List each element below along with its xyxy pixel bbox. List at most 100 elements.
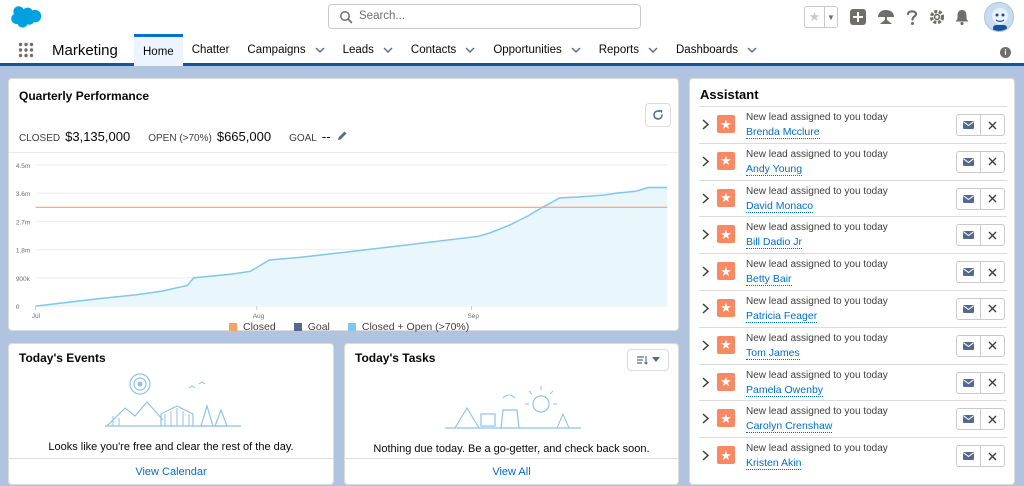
lead-icon: ★ — [717, 262, 735, 280]
performance-stats: CLOSED $3,135,000 OPEN (>70%) $665,000 G… — [19, 129, 348, 144]
lead-name-link[interactable]: Tom James — [746, 347, 800, 360]
assistant-item: ★New lead assigned to you todayTom James — [699, 327, 1007, 364]
email-button[interactable] — [957, 225, 980, 245]
email-button[interactable] — [957, 189, 980, 209]
email-button[interactable] — [957, 446, 980, 466]
bell-icon[interactable] — [952, 7, 972, 27]
tab-opportunities[interactable]: Opportunities — [484, 34, 589, 66]
lead-name-link[interactable]: Andy Young — [746, 163, 802, 176]
cloud-logo[interactable] — [10, 5, 46, 29]
legend-goal[interactable]: Goal — [294, 321, 330, 333]
task-filter-menu[interactable] — [627, 349, 669, 371]
lead-icon: ★ — [717, 299, 735, 317]
search-icon — [339, 10, 353, 24]
search-input[interactable]: Search... — [359, 10, 405, 22]
lead-name-link[interactable]: Pamela Owenby — [746, 384, 823, 397]
dismiss-button[interactable] — [980, 336, 1004, 356]
x-tick-label: Aug — [253, 313, 265, 320]
email-icon — [963, 158, 974, 166]
tab-reports[interactable]: Reports — [590, 34, 667, 66]
assistant-item-text: New lead assigned to you today — [746, 406, 888, 417]
avatar[interactable] — [984, 2, 1014, 32]
add-icon[interactable] — [848, 7, 868, 27]
chevron-down-icon[interactable] — [383, 45, 393, 55]
dismiss-button[interactable] — [980, 262, 1004, 282]
tab-dashboards[interactable]: Dashboards — [667, 34, 766, 66]
dismiss-button[interactable] — [980, 446, 1004, 466]
search-box[interactable]: Search... — [328, 4, 641, 29]
view-calendar-link[interactable]: View Calendar — [9, 458, 333, 484]
info-icon[interactable]: i — [1000, 47, 1011, 58]
close-icon — [988, 157, 997, 166]
chevron-down-icon[interactable] — [648, 45, 658, 55]
dismiss-button[interactable] — [980, 152, 1004, 172]
legend-closed[interactable]: Closed — [229, 321, 276, 333]
tab-chatter[interactable]: Chatter — [183, 34, 239, 66]
assistant-item-text: New lead assigned to you today — [746, 149, 888, 160]
tab-leads[interactable]: Leads — [334, 34, 402, 66]
email-icon — [963, 305, 974, 313]
dismiss-button[interactable] — [980, 115, 1004, 135]
chevron-right-icon[interactable] — [701, 266, 710, 277]
lead-name-link[interactable]: Bill Dadio Jr — [746, 236, 802, 249]
chevron-down-icon[interactable] — [571, 45, 581, 55]
view-all-tasks-link[interactable]: View All — [345, 458, 678, 484]
chevron-down-icon[interactable]: ▼ — [825, 7, 837, 27]
email-button[interactable] — [957, 409, 980, 429]
x-tick-label: Sep — [467, 313, 479, 320]
app-launcher-icon[interactable] — [18, 42, 34, 58]
chevron-right-icon[interactable] — [701, 450, 710, 461]
dismiss-button[interactable] — [980, 409, 1004, 429]
email-button[interactable] — [957, 262, 980, 282]
chevron-down-icon[interactable] — [747, 45, 757, 55]
events-illustration — [105, 368, 241, 430]
edit-goal-icon[interactable] — [337, 130, 348, 141]
lead-name-link[interactable]: Brenda Mcclure — [746, 126, 820, 139]
trailhead-icon[interactable] — [876, 7, 896, 27]
dismiss-button[interactable] — [980, 189, 1004, 209]
email-icon — [963, 452, 974, 460]
email-button[interactable] — [957, 336, 980, 356]
gear-icon[interactable] — [927, 7, 947, 27]
lead-name-link[interactable]: Carolyn Crenshaw — [746, 420, 832, 433]
help-icon[interactable] — [902, 7, 922, 27]
chevron-right-icon[interactable] — [701, 413, 710, 424]
dismiss-button[interactable] — [980, 225, 1004, 245]
email-button[interactable] — [957, 115, 980, 135]
tab-label: Chatter — [192, 44, 230, 56]
email-button[interactable] — [957, 373, 980, 393]
assistant-actions — [956, 188, 1005, 210]
chevron-down-icon[interactable] — [465, 45, 475, 55]
favorites-group[interactable]: ★ ▼ — [804, 6, 838, 28]
y-tick-label: 0 — [16, 304, 20, 311]
lead-name-link[interactable]: Betty Bair — [746, 273, 792, 286]
email-icon — [963, 379, 974, 387]
dismiss-button[interactable] — [980, 299, 1004, 319]
assistant-item: ★New lead assigned to you todayCarolyn C… — [699, 400, 1007, 437]
tab-home[interactable]: Home — [134, 34, 183, 66]
chevron-right-icon[interactable] — [701, 156, 710, 167]
tab-contacts[interactable]: Contacts — [402, 34, 484, 66]
assistant-actions — [956, 298, 1005, 320]
lead-name-link[interactable]: Patricia Feager — [746, 310, 817, 323]
chevron-right-icon[interactable] — [701, 377, 710, 388]
chevron-right-icon[interactable] — [701, 119, 710, 130]
tab-campaigns[interactable]: Campaigns — [238, 34, 333, 66]
chevron-right-icon[interactable] — [701, 229, 710, 240]
star-icon[interactable]: ★ — [805, 7, 825, 27]
chevron-right-icon[interactable] — [701, 193, 710, 204]
closed-open-area — [36, 188, 667, 307]
assistant-item-text: New lead assigned to you today — [746, 443, 888, 454]
legend-closed-open[interactable]: Closed + Open (>70%) — [348, 321, 469, 333]
chevron-down-icon — [652, 357, 660, 363]
email-button[interactable] — [957, 299, 980, 319]
chevron-right-icon[interactable] — [701, 303, 710, 314]
chevron-down-icon[interactable] — [315, 45, 325, 55]
lead-icon: ★ — [717, 446, 735, 464]
lead-name-link[interactable]: David Monaco — [746, 200, 813, 213]
dismiss-button[interactable] — [980, 373, 1004, 393]
lead-name-link[interactable]: Kristen Akin — [746, 457, 801, 470]
refresh-button[interactable] — [645, 103, 671, 127]
chevron-right-icon[interactable] — [701, 340, 710, 351]
email-button[interactable] — [957, 152, 980, 172]
